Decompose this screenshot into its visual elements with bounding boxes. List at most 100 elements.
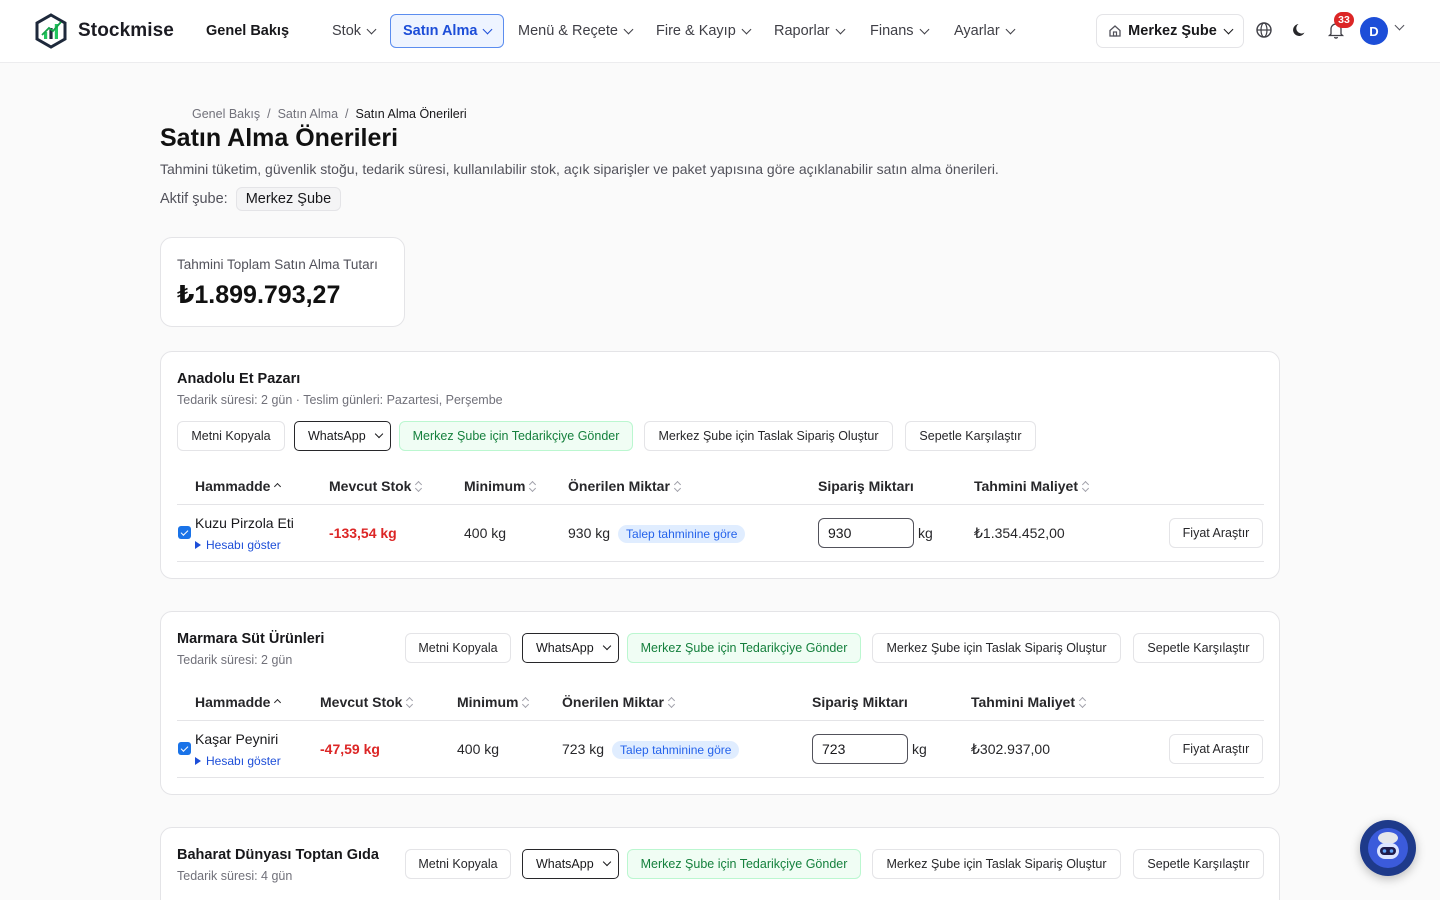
- show-calculation-toggle[interactable]: Hesabı göster: [195, 754, 281, 768]
- create-draft-order-button[interactable]: Merkez Şube için Taslak Sipariş Oluştur: [872, 633, 1121, 663]
- create-draft-order-button[interactable]: Merkez Şube için Taslak Sipariş Oluştur: [872, 849, 1121, 879]
- order-qty-unit: kg: [918, 525, 933, 541]
- row-checkbox[interactable]: [178, 742, 191, 755]
- active-branch-row: Aktif şube: Merkez Şube: [160, 187, 342, 211]
- header-material-label: Hammadde: [195, 478, 271, 494]
- sort-icon: [1081, 480, 1090, 492]
- order-qty-input[interactable]: 930: [818, 518, 914, 548]
- nav-reports[interactable]: Raporlar: [762, 14, 856, 48]
- channel-select-value: WhatsApp: [536, 857, 594, 871]
- header-minimum[interactable]: Minimum: [457, 694, 530, 710]
- sort-icon: [529, 480, 537, 492]
- header-cost[interactable]: Tahmini Maliyet: [971, 694, 1087, 710]
- page-description: Tahmini tüketim, güvenlik stoğu, tedarik…: [160, 161, 999, 177]
- chevron-down-icon[interactable]: [1394, 20, 1405, 31]
- show-calculation-label: Hesabı göster: [206, 538, 281, 552]
- estimated-cost: ₺302.937,00: [971, 741, 1050, 757]
- breadcrumb-purchasing[interactable]: Satın Alma: [278, 107, 338, 121]
- header-cost[interactable]: Tahmini Maliyet: [974, 478, 1090, 494]
- breadcrumb-separator: /: [345, 107, 349, 121]
- header-order-qty: Sipariş Miktarı: [812, 694, 908, 710]
- brand-name: Stockmise: [78, 20, 174, 41]
- chevron-down-icon: [374, 429, 384, 439]
- breadcrumb: Genel Bakış / Satın Alma / Satın Alma Ön…: [192, 107, 467, 121]
- supplier-name: Marmara Süt Ürünleri: [177, 631, 325, 647]
- nav-overview-label: Genel Bakış: [206, 23, 290, 39]
- page-title: Satın Alma Önerileri: [160, 124, 399, 152]
- basis-badge: Talep tahminine göre: [612, 741, 740, 759]
- nav-purchasing[interactable]: Satın Alma: [390, 14, 505, 48]
- order-qty-input[interactable]: 723: [812, 734, 908, 764]
- compare-basket-button[interactable]: Sepetle Karşılaştır: [1133, 849, 1264, 879]
- globe-icon[interactable]: [1254, 20, 1274, 40]
- chevron-down-icon: [623, 24, 634, 34]
- header-minimum[interactable]: Minimum: [464, 478, 537, 494]
- header-stock[interactable]: Mevcut Stok: [320, 694, 414, 710]
- current-stock: -133,54 kg: [329, 525, 397, 541]
- sort-icon: [522, 696, 530, 708]
- minimum-stock: 400 kg: [464, 525, 507, 541]
- nav-menu-recipe-label: Menü & Reçete: [518, 23, 618, 39]
- nav-reports-label: Raporlar: [774, 23, 830, 39]
- moon-icon[interactable]: [1290, 20, 1310, 40]
- send-to-supplier-button[interactable]: Merkez Şube için Tedarikçiye Gönder: [627, 633, 861, 663]
- notification-badge: 33: [1334, 12, 1354, 28]
- compare-basket-button[interactable]: Sepetle Karşılaştır: [1133, 633, 1264, 663]
- expand-triangle-icon: [195, 757, 201, 765]
- show-calculation-toggle[interactable]: Hesabı göster: [195, 538, 281, 552]
- header-order-qty: Sipariş Miktarı: [818, 478, 914, 494]
- header-suggested[interactable]: Önerilen Miktar: [562, 694, 675, 710]
- branch-selector[interactable]: Merkez Şube: [1096, 14, 1244, 48]
- row-checkbox[interactable]: [178, 526, 191, 539]
- price-research-button[interactable]: Fiyat Araştır: [1169, 518, 1263, 548]
- nav-finance[interactable]: Finans: [858, 14, 940, 48]
- header-material[interactable]: Hammadde: [195, 478, 282, 494]
- chevron-down-icon: [919, 24, 929, 34]
- sort-icon: [673, 480, 681, 492]
- header-stock[interactable]: Mevcut Stok: [329, 478, 423, 494]
- chevron-down-icon: [602, 857, 612, 867]
- sort-icon: [415, 480, 423, 492]
- robot-chef-icon: [1368, 828, 1408, 868]
- send-to-supplier-button[interactable]: Merkez Şube için Tedarikçiye Gönder: [399, 421, 633, 451]
- header-cost-label: Tahmini Maliyet: [974, 478, 1078, 494]
- assistant-chat-button[interactable]: [1360, 820, 1416, 876]
- user-avatar[interactable]: D: [1360, 17, 1388, 45]
- channel-select[interactable]: WhatsApp: [522, 633, 619, 663]
- current-stock: -47,59 kg: [320, 741, 380, 757]
- header-divider: [177, 504, 1264, 505]
- copy-text-button[interactable]: Metni Kopyala: [177, 421, 285, 451]
- nav-overview[interactable]: Genel Bakış: [194, 14, 301, 48]
- channel-select-value: WhatsApp: [536, 641, 594, 655]
- sort-asc-icon: [274, 698, 282, 706]
- nav-stock[interactable]: Stok: [320, 14, 387, 48]
- minimum-stock: 400 kg: [457, 741, 500, 757]
- branch-selector-label: Merkez Şube: [1128, 23, 1217, 39]
- breadcrumb-overview[interactable]: Genel Bakış: [192, 107, 260, 121]
- create-draft-order-button[interactable]: Merkez Şube için Taslak Sipariş Oluştur: [644, 421, 893, 451]
- compare-basket-button[interactable]: Sepetle Karşılaştır: [905, 421, 1036, 451]
- suggested-qty: 723 kg Talep tahminine göre: [562, 741, 740, 759]
- channel-select[interactable]: WhatsApp: [294, 421, 391, 451]
- nav-menu-recipe[interactable]: Menü & Reçete: [506, 14, 644, 48]
- copy-text-button[interactable]: Metni Kopyala: [405, 633, 511, 663]
- header-suggested[interactable]: Önerilen Miktar: [568, 478, 681, 494]
- send-to-supplier-button[interactable]: Merkez Şube için Tedarikçiye Gönder: [627, 849, 861, 879]
- copy-text-button[interactable]: Metni Kopyala: [405, 849, 511, 879]
- item-name: Kuzu Pirzola Eti: [195, 515, 294, 531]
- nav-stock-label: Stok: [332, 23, 362, 39]
- suggested-qty-value: 723 kg: [562, 741, 605, 757]
- header-material[interactable]: Hammadde: [195, 694, 282, 710]
- nav-waste-loss-label: Fire & Kayıp: [656, 23, 736, 39]
- nav-waste-loss[interactable]: Fire & Kayıp: [644, 14, 762, 48]
- price-research-button[interactable]: Fiyat Araştır: [1169, 734, 1263, 764]
- nav-settings[interactable]: Ayarlar: [942, 14, 1026, 48]
- header-order-qty-label: Sipariş Miktarı: [818, 478, 914, 494]
- sort-icon: [1078, 696, 1087, 708]
- brand-logo[interactable]: Stockmise: [34, 13, 174, 49]
- header-suggested-label: Önerilen Miktar: [568, 478, 670, 494]
- sort-icon: [406, 696, 414, 708]
- channel-select[interactable]: WhatsApp: [522, 849, 619, 879]
- total-purchase-card: Tahmini Toplam Satın Alma Tutarı ₺1.899.…: [160, 237, 405, 327]
- active-branch-chip: Merkez Şube: [235, 187, 342, 211]
